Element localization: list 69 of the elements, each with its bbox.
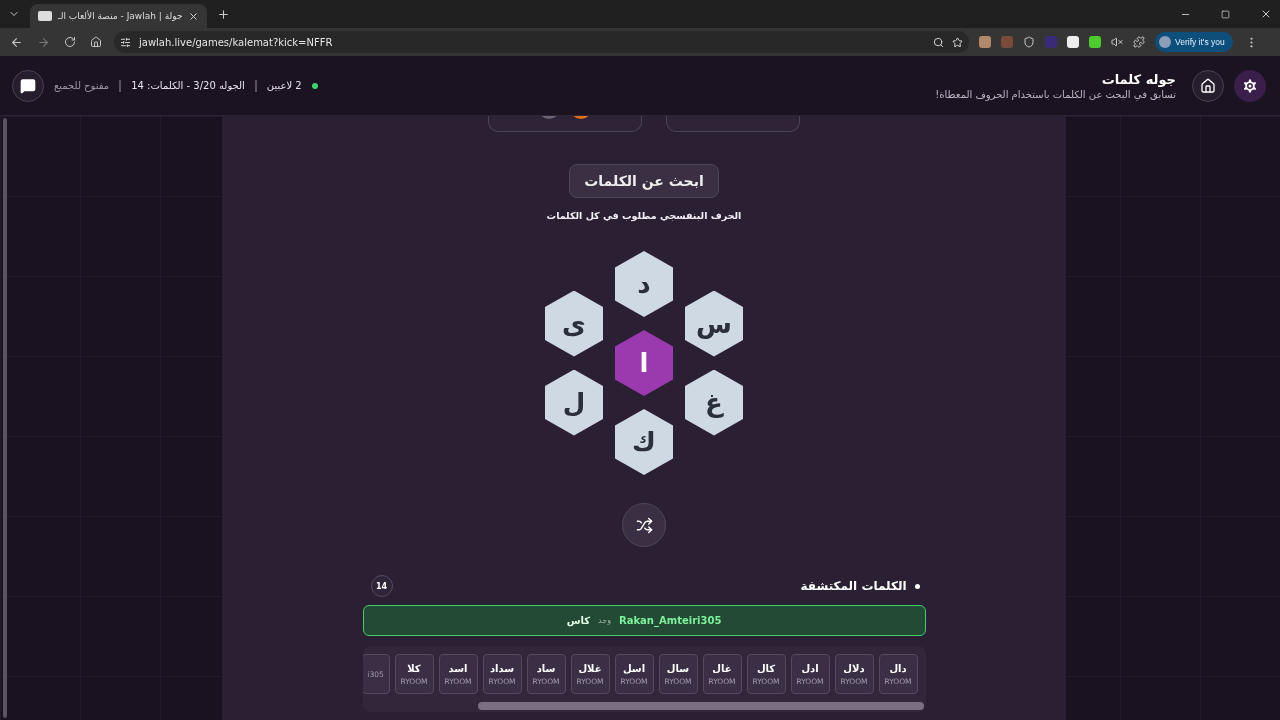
word-text: ساد	[536, 662, 556, 674]
extension-icon[interactable]	[1089, 36, 1101, 48]
section-heading: ابحث عن الكلمات	[569, 164, 719, 198]
home-icon	[1200, 77, 1216, 94]
favicon-icon	[38, 11, 52, 21]
shuffle-button[interactable]	[622, 503, 666, 547]
close-icon	[1260, 8, 1272, 20]
word-text: كلا	[407, 662, 421, 674]
section-title: الكلمات المكتشفة	[800, 579, 907, 593]
letter-tile[interactable]: ا	[615, 330, 673, 396]
letter-tile[interactable]: غ	[685, 369, 743, 436]
word-text: غال	[712, 662, 732, 674]
restore-button[interactable]	[1219, 7, 1232, 21]
home-button[interactable]	[1192, 69, 1224, 102]
arrow-left-icon	[10, 35, 23, 49]
settings-icon	[1241, 76, 1259, 95]
extensions-icon[interactable]	[1133, 36, 1145, 48]
zoom-icon[interactable]	[933, 36, 944, 48]
avatar-icon	[1159, 36, 1171, 48]
browser-tab[interactable]: جولة | Jawlah - منصة الألعاب الـ	[30, 4, 208, 28]
extension-icon[interactable]	[1067, 36, 1079, 48]
arrow-right-icon	[37, 35, 50, 49]
letter-tile[interactable]: ى	[545, 290, 603, 357]
letter-tile[interactable]: ل	[545, 369, 603, 436]
horizontal-scrollbar[interactable]	[477, 702, 924, 710]
game-title: جوله كلمات	[1101, 71, 1176, 87]
player-name: Rakan_Amteiri305	[619, 615, 722, 626]
word-text: ادل	[801, 662, 819, 674]
restore-icon	[1221, 9, 1230, 19]
found-word: كاس	[566, 615, 590, 626]
home-icon	[90, 36, 102, 48]
word-text: دلال	[843, 662, 865, 674]
word-text: دال	[889, 662, 907, 674]
bullet-icon	[914, 583, 920, 589]
settings-button[interactable]	[1234, 69, 1266, 102]
access-label: مفتوح للجميع	[54, 80, 110, 91]
site-info-icon[interactable]	[120, 36, 131, 48]
chat-icon	[20, 77, 36, 94]
shuffle-icon	[635, 516, 653, 534]
count-badge: 14	[370, 575, 393, 597]
bookmark-star-icon[interactable]	[952, 36, 963, 48]
word-text: سال	[666, 662, 690, 674]
chat-button[interactable]	[12, 69, 44, 102]
extension-icon[interactable]	[979, 36, 991, 48]
found-label: وجد	[598, 616, 611, 625]
reload-button[interactable]	[62, 34, 78, 50]
address-bar[interactable]: jawlah.live/games/kalemat?kick=NFFR	[114, 31, 969, 53]
url-text: jawlah.live/games/kalemat?kick=NFFR	[139, 36, 334, 48]
word-text: غلال	[578, 662, 602, 674]
letter-tile[interactable]: س	[685, 290, 743, 357]
word-text: كال	[756, 662, 776, 674]
plus-icon	[217, 7, 231, 21]
online-dot-icon	[311, 82, 318, 89]
word-text: اسل	[622, 662, 646, 674]
game-subtitle: تسابق في البحث عن الكلمات باستخدام الحروف المعطاة!	[935, 88, 1176, 100]
players-count: 2 لاعبين	[266, 80, 302, 91]
word-text: اسد	[448, 662, 468, 674]
hint-text: الحرف البنفسجي مطلوب في كل الكلمات	[546, 210, 742, 221]
home-button[interactable]	[88, 34, 104, 50]
word-text: سداد	[489, 662, 515, 674]
letter-tile[interactable]: ك	[615, 409, 673, 475]
round-info: الجوله 3/20 - الكلمات: 14	[131, 80, 245, 91]
close-icon[interactable]	[188, 10, 200, 22]
verify-button[interactable]: Verify it's you	[1155, 32, 1233, 52]
reload-icon	[64, 36, 76, 48]
letter-tile[interactable]: د	[615, 251, 673, 317]
shield-icon[interactable]	[1023, 36, 1035, 48]
scrollbar[interactable]	[3, 118, 7, 718]
mute-icon[interactable]	[1111, 36, 1123, 48]
